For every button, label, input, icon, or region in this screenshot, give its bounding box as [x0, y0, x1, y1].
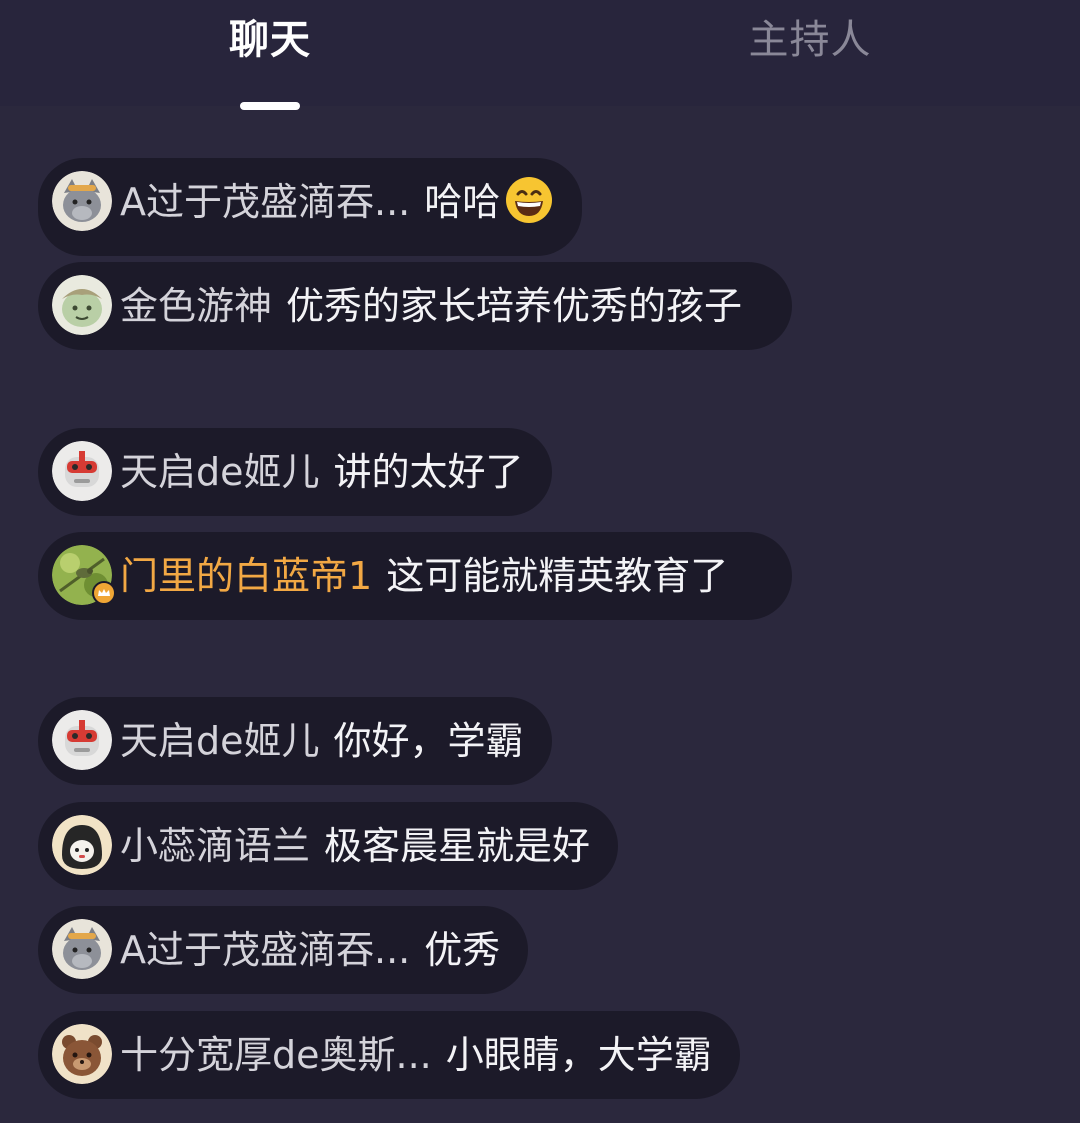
chat-message: 门里的白蓝帝1 这可能就精英教育了 — [38, 532, 792, 620]
username[interactable]: A过于茂盛滴吞... — [120, 928, 410, 972]
message-text: 优秀的家长培养优秀的孩子 — [286, 284, 743, 328]
username[interactable]: 十分宽厚de奥斯... — [120, 1033, 432, 1077]
username[interactable]: 门里的白蓝帝1 — [120, 554, 372, 598]
avatar-container[interactable] — [52, 545, 116, 605]
chat-message: 金色游神 优秀的家长培养优秀的孩子 — [38, 262, 792, 350]
chat-message-list[interactable]: A过于茂盛滴吞... 哈哈 金色游神 优秀的家长培养优秀的孩子 天启de姬儿 讲… — [0, 106, 1080, 1123]
chat-message: 天启de姬儿 讲的太好了 — [38, 428, 552, 516]
username[interactable]: 天启de姬儿 — [120, 719, 320, 763]
username[interactable]: 天启de姬儿 — [120, 450, 320, 494]
message-text: 讲的太好了 — [333, 450, 524, 494]
message-text: 优秀 — [424, 928, 501, 972]
tab-bar: 聊天 主持人 — [0, 0, 1080, 106]
message-text: 极客晨星就是好 — [324, 824, 591, 868]
tab-chat[interactable]: 聊天 — [0, 12, 540, 72]
grinning-face-icon — [504, 175, 554, 243]
username[interactable]: 小蕊滴语兰 — [120, 824, 310, 868]
username[interactable]: A过于茂盛滴吞... — [120, 180, 410, 224]
green-creature-avatar[interactable] — [52, 275, 112, 335]
chat-message: 十分宽厚de奥斯... 小眼睛，大学霸 — [38, 1011, 740, 1099]
username[interactable]: 金色游神 — [120, 284, 272, 328]
gray-wolf-avatar[interactable] — [52, 171, 112, 231]
message-text: 小眼睛，大学霸 — [445, 1033, 712, 1077]
black-hood-avatar[interactable] — [52, 815, 112, 875]
chat-message: 天启de姬儿 你好，学霸 — [38, 697, 552, 785]
brown-bear-avatar[interactable] — [52, 1024, 112, 1084]
red-robot-avatar[interactable] — [52, 441, 112, 501]
red-robot-avatar[interactable] — [52, 710, 112, 770]
chat-message: 小蕊滴语兰 极客晨星就是好 — [38, 802, 619, 890]
message-text: 哈哈 — [424, 180, 501, 224]
message-text: 你好，学霸 — [333, 719, 524, 763]
gray-wolf-avatar[interactable] — [52, 919, 112, 979]
chat-message: A过于茂盛滴吞... 优秀 — [38, 906, 529, 994]
tab-host[interactable]: 主持人 — [540, 12, 1080, 72]
message-text: 这可能就精英教育了 — [386, 554, 729, 598]
chat-message: A过于茂盛滴吞... 哈哈 — [38, 158, 583, 256]
vip-crown-badge — [92, 581, 116, 605]
